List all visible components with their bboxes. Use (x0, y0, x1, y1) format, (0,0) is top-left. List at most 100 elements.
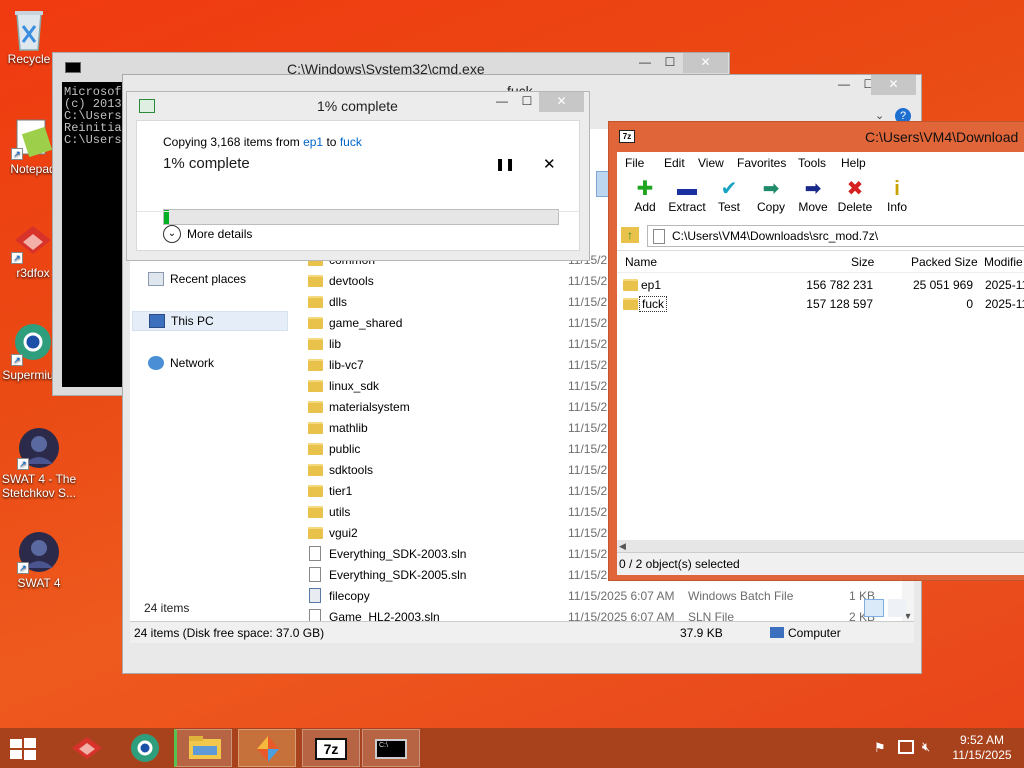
cell-name: fuck (639, 296, 668, 312)
copy-destination-link[interactable]: fuck (340, 135, 362, 149)
speaker-muted-icon[interactable]: 🔇︎ (922, 739, 930, 755)
7zip-file-list: Name Size Packed Size Modifie ep1 156 78… (617, 250, 1024, 554)
taskbar-file-explorer[interactable] (174, 729, 232, 767)
copy-dialog-body: Copying 3,168 items from ep1 to fuck 1% … (136, 120, 580, 251)
extract-button[interactable]: ▬ Extract (664, 178, 710, 214)
nav-item-recent-places[interactable]: Recent places (148, 269, 246, 289)
menu-tools[interactable]: Tools (798, 156, 826, 170)
more-details-button[interactable]: ⌄ More details (163, 225, 252, 243)
r3dfox-icon (72, 737, 102, 759)
up-folder-icon[interactable]: ↑ (621, 227, 639, 243)
table-row[interactable]: fuck 157 128 597 0 2025-11 (617, 295, 1024, 314)
chevron-down-icon: ⌄ (163, 225, 181, 243)
list-item[interactable]: filecopy 11/15/2025 6:07 AM Windows Batch … (300, 585, 902, 606)
cmd-minimize-button[interactable]: — (632, 53, 658, 73)
progress-fill (164, 210, 169, 224)
copy-button[interactable]: ➡ Copy (748, 178, 794, 214)
copy-maximize-button[interactable]: ☐ (515, 92, 539, 112)
scroll-left-icon[interactable]: ◀ (619, 541, 626, 552)
cmd-close-button[interactable]: ✕ (683, 53, 728, 73)
copy-dialog-titlebar[interactable]: 1% complete — ☐ ✕ (127, 92, 589, 120)
swat4-icon: ↗ (17, 530, 61, 574)
r3dfox-icon: ↗ (11, 220, 55, 264)
clock[interactable]: 9:52 AM 11/15/2025 (946, 733, 1018, 763)
supermium-icon (131, 734, 159, 762)
folder-icon (308, 505, 323, 518)
desktop-icon-swat4[interactable]: ↗ SWAT 4 (0, 530, 78, 590)
clock-time: 9:52 AM (959, 733, 1005, 747)
list-item[interactable]: Game_HL2-2003.sln 11/15/2025 6:07 AM SLN F… (300, 606, 902, 621)
folder-icon (308, 358, 323, 371)
folder-icon (308, 442, 323, 455)
taskbar-supermium[interactable] (116, 729, 174, 767)
document-icon (309, 546, 321, 561)
taskbar-app-launcher[interactable] (238, 729, 296, 767)
extract-icon: ▬ (677, 178, 697, 200)
copy-icon: ➡ (762, 178, 780, 200)
details-view-icon[interactable] (864, 599, 884, 617)
copy-progress-dialog[interactable]: 1% complete — ☐ ✕ Copying 3,168 items fr… (126, 91, 590, 261)
tool-label: Delete (837, 200, 873, 214)
taskbar-7zip[interactable]: 7z (302, 729, 360, 767)
desktop-icon-label: SWAT 4 - The Stetchkov S... (1, 472, 77, 500)
large-icons-view-icon[interactable] (888, 599, 906, 617)
start-button[interactable] (10, 738, 38, 760)
tool-label: Extract (668, 200, 706, 214)
menu-edit[interactable]: Edit (664, 156, 685, 170)
taskbar-r3dfox[interactable] (58, 729, 116, 767)
windows-logo-icon (10, 738, 36, 760)
action-center-flag-icon[interactable]: ⚑ (874, 740, 886, 756)
copy-close-button[interactable]: ✕ (539, 92, 584, 112)
cmd-maximize-button[interactable]: ☐ (658, 53, 682, 73)
menu-help[interactable]: Help (841, 156, 866, 170)
archive-file-icon (653, 229, 665, 244)
computer-icon (770, 627, 784, 638)
explorer-minimize-button[interactable]: — (831, 75, 857, 95)
7zip-window[interactable]: 7z C:\Users\VM4\Download File Edit View … (608, 121, 1024, 581)
folder-icon (308, 463, 323, 476)
test-icon: ✔ (720, 178, 738, 200)
menu-favorites[interactable]: Favorites (737, 156, 786, 170)
info-button[interactable]: i Info (874, 178, 920, 214)
explorer-close-button[interactable]: ✕ (871, 75, 916, 95)
move-button[interactable]: ➡ Move (790, 178, 836, 214)
desktop-icon-swat4-stetchkov[interactable]: ↗ SWAT 4 - The Stetchkov S... (0, 426, 78, 500)
7zip-titlebar[interactable]: 7z C:\Users\VM4\Download (609, 122, 1024, 150)
cell-packed-size: 25 051 969 (912, 278, 973, 292)
nav-item-network[interactable]: Network (148, 353, 214, 373)
status-free-space: 24 items (Disk free space: 37.0 GB) (134, 626, 325, 640)
copy-minimize-button[interactable]: — (489, 92, 515, 112)
column-header-packed-size[interactable]: Packed Size (911, 255, 978, 269)
table-row[interactable]: ep1 156 782 231 25 051 969 2025-11 (617, 276, 1024, 295)
folder-icon (308, 295, 323, 308)
menu-file[interactable]: File (625, 156, 644, 170)
folder-icon (623, 298, 638, 310)
folder-icon (308, 421, 323, 434)
copy-source-link[interactable]: ep1 (303, 135, 323, 149)
shortcut-arrow-icon: ↗ (11, 354, 23, 366)
column-header-modified[interactable]: Modifie (984, 255, 1023, 269)
column-header-size[interactable]: Size (851, 255, 874, 269)
nav-label: This PC (171, 314, 214, 328)
more-details-label: More details (187, 227, 253, 241)
folder-icon (308, 316, 323, 329)
test-button[interactable]: ✔ Test (706, 178, 752, 214)
7zip-statusbar: 0 / 2 object(s) selected (617, 552, 1024, 575)
notepad-icon: ↗ (11, 116, 55, 160)
path-text: C:\Users\VM4\Downloads\src_mod.7z\ (672, 229, 879, 243)
delete-button[interactable]: ✖ Delete (832, 178, 878, 214)
folder-icon (308, 400, 323, 413)
column-header-name[interactable]: Name (625, 255, 657, 269)
path-input[interactable]: C:\Users\VM4\Downloads\src_mod.7z\ (647, 225, 1024, 247)
add-button[interactable]: ✚ Add (622, 178, 668, 214)
network-status-icon[interactable] (898, 740, 914, 754)
cancel-copy-button[interactable]: ✕ (543, 155, 556, 173)
menu-view[interactable]: View (698, 156, 724, 170)
shortcut-arrow-icon: ↗ (11, 252, 23, 264)
taskbar-command-prompt[interactable]: C:\ (362, 729, 420, 767)
cell-size: 157 128 597 (806, 297, 873, 311)
copy-progress-heading: 1% complete (163, 155, 250, 172)
nav-item-this-pc[interactable]: This PC (132, 311, 288, 331)
move-icon: ➡ (804, 178, 822, 200)
pause-button[interactable]: ❚❚ (495, 157, 515, 171)
